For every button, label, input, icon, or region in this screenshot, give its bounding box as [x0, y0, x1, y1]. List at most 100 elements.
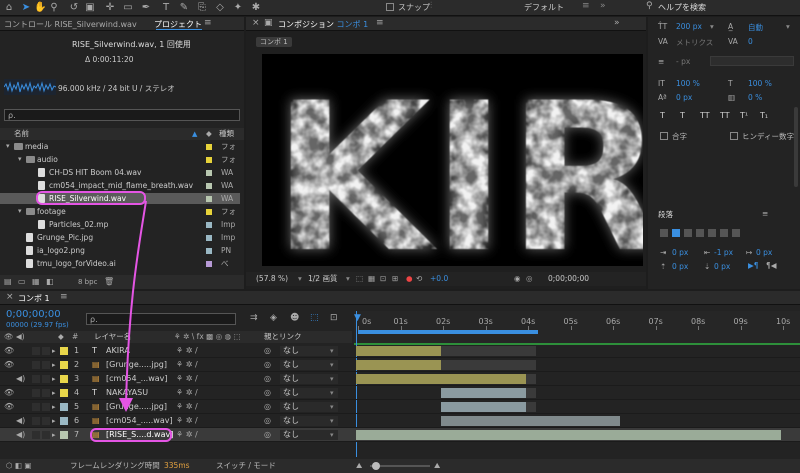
hand-tool-icon[interactable]: ✋	[34, 2, 46, 14]
audio-speaker-icon[interactable]: ◀)	[16, 414, 25, 428]
comp-overflow-icon[interactable]: »	[614, 18, 620, 28]
tracking-value[interactable]: 0	[748, 37, 753, 46]
timeline-layer-row[interactable]: 👁 ▸ 2 ▤ [Grunge.....jpg] ⚘ ✲ / ◎ なし ▾	[0, 358, 800, 372]
project-settings-icon[interactable]: ◧	[46, 277, 54, 286]
indent-first-value[interactable]: 0 px	[756, 248, 772, 257]
layer-name[interactable]: [Grunge.....jpg]	[106, 400, 167, 414]
paragraph-align-button[interactable]	[660, 229, 668, 237]
text-style-button[interactable]: T₁	[760, 111, 768, 120]
layer-track[interactable]	[356, 358, 800, 372]
indent-right-value[interactable]: -1 px	[714, 248, 733, 257]
text-style-button[interactable]: TT	[720, 111, 730, 120]
rotate-tool-icon[interactable]: ↺	[68, 2, 80, 14]
comp-timecode[interactable]: 0;00;00;00	[548, 272, 589, 286]
project-item[interactable]: ▾ media フォ	[0, 141, 240, 152]
layer-label-color[interactable]	[60, 375, 68, 383]
timeline-layer-row[interactable]: ◀) ▸ 3 ▤ [cm054_...wav] ⚘ ✲ / ◎ なし ▾	[0, 372, 800, 386]
twirl-arrow-icon[interactable]: ▸	[52, 386, 56, 400]
text-style-button[interactable]: T	[660, 111, 665, 120]
layer-track[interactable]	[356, 400, 800, 414]
work-area-bar[interactable]	[358, 330, 538, 334]
parent-dropdown-icon[interactable]: ▾	[330, 414, 334, 428]
help-search-input[interactable]: ヘルプを検索	[658, 2, 798, 13]
twirl-arrow-icon[interactable]: ▸	[52, 414, 56, 428]
timeline-layer-row[interactable]: 👁 ▸ 1 T AKIRA ⚘ ✲ / ◎ なし ▾	[0, 344, 800, 358]
ltr-direction-icon[interactable]: ▶¶	[748, 261, 759, 270]
exposure-reset-icon[interactable]: ⟲	[416, 272, 422, 286]
space-after-value[interactable]: 0 px	[714, 262, 730, 271]
zoom-tool-icon[interactable]: ⚲	[48, 2, 60, 14]
audio-speaker-icon[interactable]: ◀)	[16, 428, 25, 442]
baseline-value[interactable]: 0 px	[676, 93, 692, 102]
footer-toggle-icons[interactable]: ⬡ ◧ ▣	[6, 459, 32, 473]
col-parent-link[interactable]: 親とリンク	[264, 331, 302, 343]
comp-viewer[interactable]: KIR KIR	[262, 54, 643, 266]
vscale-value[interactable]: 100 %	[676, 79, 700, 88]
layer-label-color[interactable]	[60, 361, 68, 369]
layer-label-color[interactable]	[60, 347, 68, 355]
solo-toggle[interactable]	[32, 417, 40, 425]
pickwhip-icon[interactable]: ◎	[264, 414, 271, 428]
paragraph-align-button[interactable]	[720, 229, 728, 237]
video-eye-icon[interactable]: 👁	[4, 358, 14, 372]
camera-tool-icon[interactable]: ▣	[84, 2, 96, 14]
zoom-in-icon[interactable]: ⛰	[434, 459, 440, 473]
timeline-search-input[interactable]: ρ.	[86, 313, 236, 325]
layer-duration-bar[interactable]	[356, 360, 441, 370]
label-swatch[interactable]	[206, 261, 212, 267]
text-style-button[interactable]: TT	[700, 111, 710, 120]
pickwhip-icon[interactable]: ◎	[264, 386, 271, 400]
layer-switches[interactable]: ⚘ ✲ /	[176, 386, 198, 400]
project-search-input[interactable]: ρ.	[4, 109, 240, 121]
project-item[interactable]: tmu_logo_forVideo.ai べ	[0, 258, 240, 269]
col-layer-name[interactable]: レイヤー名	[94, 331, 131, 343]
layer-name[interactable]: AKIRA	[106, 344, 130, 358]
leading-value[interactable]: 自動	[748, 22, 763, 33]
show-snapshot-icon[interactable]: ◎	[526, 272, 533, 286]
video-eye-icon[interactable]: 👁	[4, 344, 14, 358]
bit-depth[interactable]: 8 bpc	[78, 278, 97, 286]
lock-toggle[interactable]	[42, 403, 50, 411]
paragraph-menu-icon[interactable]: ≡	[762, 209, 768, 218]
selection-tool-icon[interactable]: ➤	[20, 2, 32, 14]
disclosure-triangle-icon[interactable]: ▾	[18, 154, 22, 165]
video-eye-icon[interactable]: 👁	[4, 386, 14, 400]
color-channel-icon[interactable]: ●	[406, 272, 413, 286]
label-swatch[interactable]	[206, 170, 212, 176]
label-swatch[interactable]	[206, 157, 212, 163]
layer-name[interactable]: [Grunge.....jpg]	[106, 358, 167, 372]
text-style-button[interactable]: T¹	[740, 111, 748, 120]
layer-name[interactable]: [cm054_.....wav]	[106, 414, 173, 428]
label-swatch[interactable]	[206, 196, 212, 202]
solo-toggle[interactable]	[32, 389, 40, 397]
twirl-arrow-icon[interactable]: ▸	[52, 400, 56, 414]
home-icon[interactable]: ⌂	[3, 2, 15, 14]
twirl-arrow-icon[interactable]: ▸	[52, 344, 56, 358]
clone-tool-icon[interactable]: ⎘	[196, 2, 208, 14]
close-tab-icon[interactable]: ×	[252, 18, 260, 28]
parent-dropdown-icon[interactable]: ▾	[330, 386, 334, 400]
resolution-dropdown-icon[interactable]: ▾	[346, 272, 350, 286]
comp-menu-icon[interactable]: ≡	[376, 18, 384, 28]
video-eye-icon[interactable]: 👁	[4, 400, 14, 414]
project-item[interactable]: ▾ footage フォ	[0, 206, 240, 217]
kerning-value[interactable]: メトリクス	[676, 37, 713, 48]
lock-toggle[interactable]	[42, 347, 50, 355]
disclosure-triangle-icon[interactable]: ▾	[6, 141, 10, 152]
text-style-button[interactable]: T	[680, 111, 685, 120]
eraser-tool-icon[interactable]: ◇	[214, 2, 226, 14]
snapshot-icon[interactable]: ◉	[514, 272, 521, 286]
tab-effect-controls[interactable]: コントロール RISE_Silverwind.wav	[4, 19, 137, 30]
project-item[interactable]: cm054_impact_mid_flame_breath.wav WA	[0, 180, 240, 191]
twirl-arrow-icon[interactable]: ▸	[52, 428, 56, 442]
layer-track[interactable]	[356, 344, 800, 358]
solo-toggle[interactable]	[32, 347, 40, 355]
pickwhip-icon[interactable]: ◎	[264, 344, 271, 358]
workspace-menu-icon[interactable]: ≡	[582, 1, 590, 11]
solo-toggle[interactable]	[32, 375, 40, 383]
hindi-digits-checkbox[interactable]	[730, 132, 738, 140]
lock-icon[interactable]: ▣	[264, 18, 273, 28]
layer-track[interactable]	[356, 428, 800, 442]
leading-dropdown-icon[interactable]: ▾	[786, 22, 790, 31]
timeline-layer-row[interactable]: ◀) ▸ 6 ▤ [cm054_.....wav] ⚘ ✲ / ◎ なし ▾	[0, 414, 800, 428]
